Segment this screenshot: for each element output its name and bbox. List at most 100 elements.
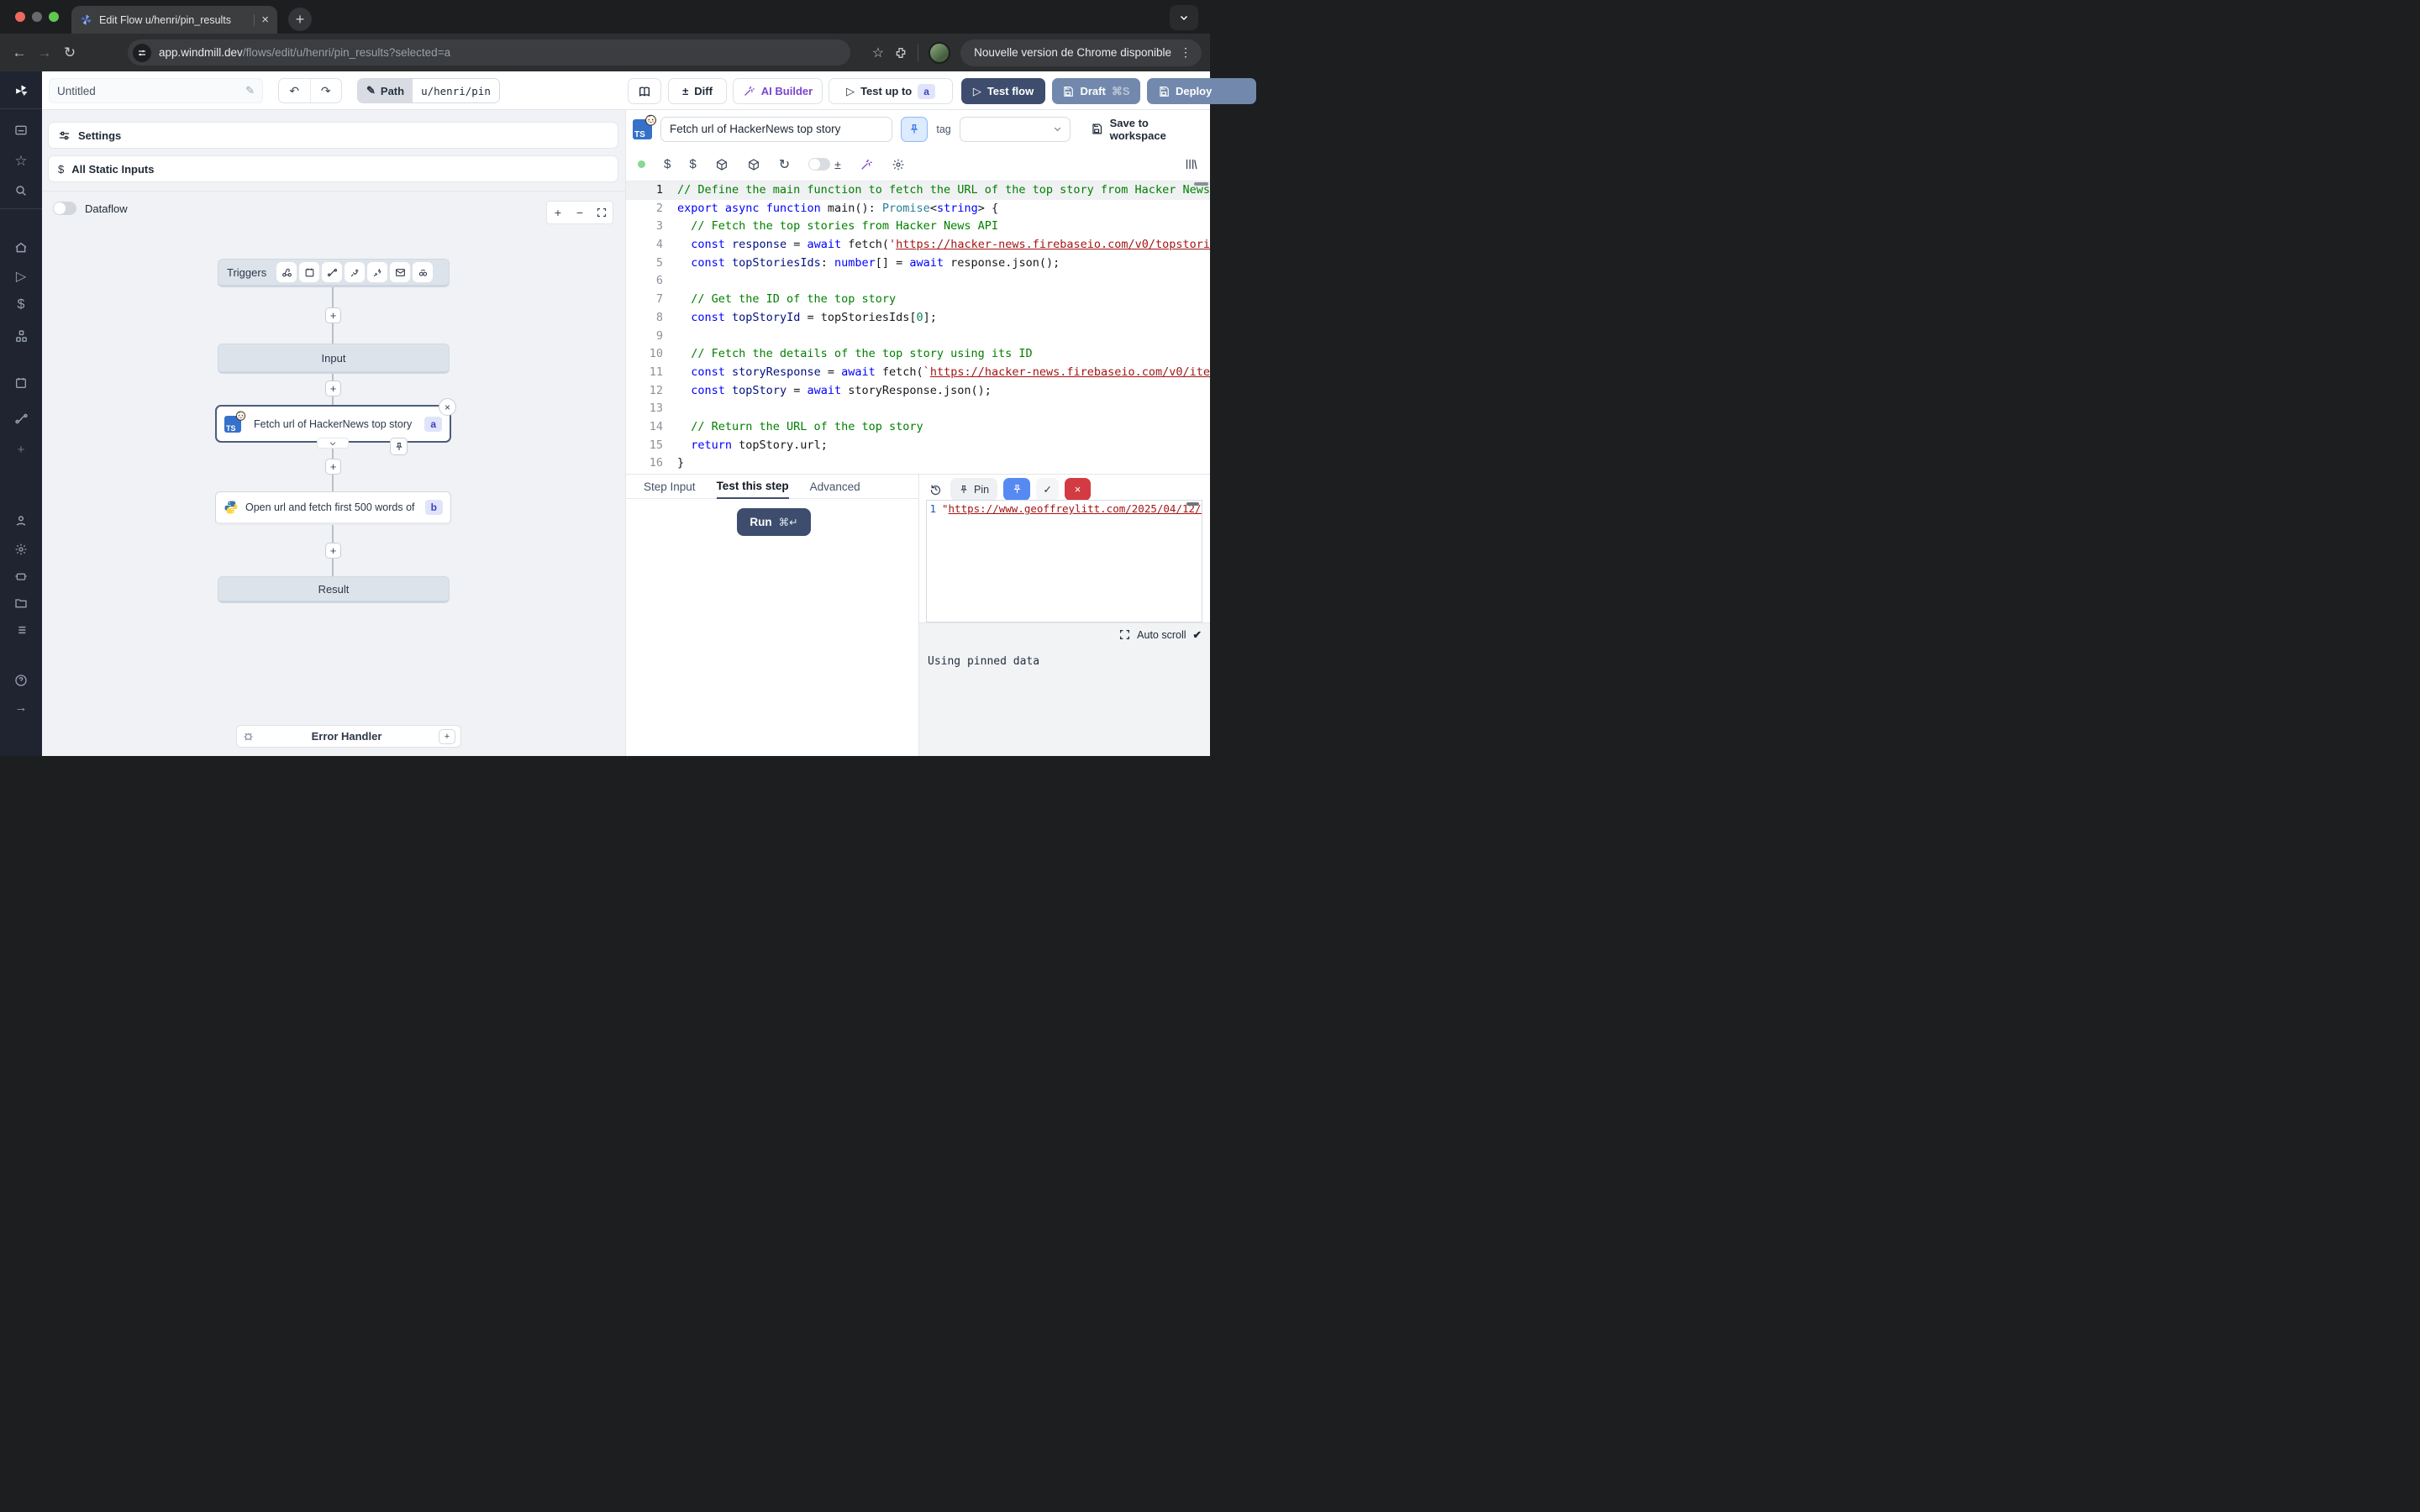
- code-line[interactable]: 1// Define the main function to fetch th…: [626, 181, 1210, 200]
- minimize-window-button[interactable]: [32, 12, 42, 22]
- error-handler-node[interactable]: Error Handler +: [236, 725, 461, 748]
- zoom-out-button[interactable]: −: [569, 202, 591, 223]
- sidebar-item-runs[interactable]: ▷: [0, 265, 42, 287]
- pinned-active-button[interactable]: [1003, 478, 1030, 501]
- poll-trigger-icon[interactable]: [413, 262, 433, 282]
- diff-mode-toggle[interactable]: [808, 158, 830, 171]
- result-node[interactable]: Result: [218, 576, 450, 603]
- sidebar-item-resources[interactable]: [0, 325, 42, 347]
- sidebar-item-variables[interactable]: $: [0, 294, 42, 316]
- sidebar-item-schedules[interactable]: [0, 372, 42, 394]
- insert-step-button[interactable]: +: [325, 459, 341, 475]
- all-static-inputs-button[interactable]: $ All Static Inputs: [48, 155, 618, 182]
- package-icon[interactable]: [747, 158, 760, 171]
- dataflow-toggle[interactable]: [53, 202, 76, 215]
- code-line[interactable]: 2export async function main(): Promise<s…: [626, 200, 1210, 218]
- docs-button[interactable]: [628, 78, 661, 104]
- sidebar-item-user[interactable]: [0, 510, 42, 532]
- code-line[interactable]: 12 const topStory = await storyResponse.…: [626, 382, 1210, 401]
- code-line[interactable]: 3 // Fetch the top stories from Hacker N…: [626, 218, 1210, 236]
- resources-icon[interactable]: $: [689, 157, 696, 171]
- http-route-icon[interactable]: [322, 262, 342, 282]
- code-line[interactable]: 7 // Get the ID of the top story: [626, 291, 1210, 309]
- site-settings-icon[interactable]: [133, 44, 151, 62]
- tab-test-this-step[interactable]: Test this step: [717, 475, 789, 499]
- scrollbar-thumb[interactable]: [1186, 502, 1199, 506]
- auto-scroll-control[interactable]: Auto scroll ✔: [1119, 628, 1202, 641]
- sidebar-item-apps[interactable]: [0, 119, 42, 141]
- insert-step-button[interactable]: +: [325, 543, 341, 559]
- chrome-update-button[interactable]: Nouvelle version de Chrome disponible ⋮: [960, 39, 1202, 66]
- test-flow-button[interactable]: ▷ Test flow: [961, 78, 1045, 104]
- code-editor[interactable]: 1// Define the main function to fetch th…: [626, 181, 1210, 474]
- accept-pin-button[interactable]: ✓: [1036, 478, 1059, 501]
- browser-tab[interactable]: Edit Flow u/henri/pin_results ×: [71, 6, 277, 34]
- delete-step-button[interactable]: ×: [439, 398, 456, 416]
- input-node[interactable]: Input: [218, 344, 450, 374]
- code-line[interactable]: 16}: [626, 454, 1210, 473]
- email-trigger-icon[interactable]: [390, 262, 410, 282]
- code-line[interactable]: 14 // Return the URL of the top story: [626, 418, 1210, 437]
- back-button[interactable]: ←: [7, 45, 32, 61]
- sidebar-item-home[interactable]: [0, 237, 42, 259]
- folder-icon[interactable]: [0, 592, 42, 614]
- sidebar-item-routes[interactable]: [0, 407, 42, 429]
- new-tab-button[interactable]: +: [288, 8, 312, 31]
- tab-close-icon[interactable]: ×: [261, 13, 269, 26]
- sidebar-item-logs[interactable]: [0, 619, 42, 641]
- help-icon[interactable]: [0, 669, 42, 691]
- diff-button[interactable]: ± Diff: [668, 78, 727, 104]
- websocket-icon[interactable]: [345, 262, 365, 282]
- step-node-b[interactable]: Open url and fetch first 500 words of ..…: [215, 491, 451, 525]
- windmill-logo[interactable]: [0, 80, 42, 102]
- code-line[interactable]: 8 const topStoryId = topStoriesIds[0];: [626, 309, 1210, 328]
- collapse-step-chevron[interactable]: [317, 438, 349, 449]
- path-editor[interactable]: ✎ Path u/henri/pin: [357, 78, 500, 103]
- ai-builder-button[interactable]: AI Builder: [733, 78, 823, 104]
- forward-button[interactable]: →: [32, 45, 57, 61]
- step-title-input[interactable]: Fetch url of HackerNews top story: [660, 117, 892, 142]
- run-button[interactable]: Run ⌘↵: [737, 508, 811, 536]
- maximize-window-button[interactable]: [49, 12, 59, 22]
- sidebar-item-workers[interactable]: [0, 565, 42, 587]
- ai-assistant-icon[interactable]: [860, 158, 873, 171]
- draft-button[interactable]: Draft ⌘S: [1052, 78, 1140, 104]
- save-to-workspace-button[interactable]: Save to workspace: [1091, 117, 1203, 142]
- bookmark-star-icon[interactable]: ☆: [872, 45, 884, 61]
- library-icon[interactable]: [1184, 157, 1198, 171]
- code-line[interactable]: 11 const storyResponse = await fetch(`ht…: [626, 364, 1210, 382]
- url-bar[interactable]: app.windmill.dev/flows/edit/u/henri/pin_…: [128, 39, 850, 66]
- chrome-menu-icon[interactable]: ⋮: [1180, 45, 1192, 60]
- zoom-in-button[interactable]: +: [547, 202, 569, 223]
- redo-button[interactable]: ↷: [311, 79, 342, 102]
- sidebar-item-add[interactable]: +: [0, 438, 42, 460]
- pinned-value-editor[interactable]: 1 "https://www.geoffreylitt.com/2025/04/…: [926, 500, 1202, 622]
- remove-pin-button[interactable]: ×: [1065, 478, 1091, 501]
- extensions-icon[interactable]: [894, 46, 908, 60]
- insert-step-button[interactable]: +: [325, 307, 341, 323]
- code-line[interactable]: 9: [626, 328, 1210, 346]
- webhook-icon[interactable]: [276, 262, 297, 282]
- triggers-node[interactable]: Triggers: [218, 259, 450, 287]
- fit-view-button[interactable]: [591, 202, 613, 223]
- flow-settings-button[interactable]: Settings: [48, 122, 618, 149]
- tab-step-input[interactable]: Step Input: [644, 475, 696, 499]
- flow-name-input[interactable]: Untitled ✎: [49, 78, 263, 103]
- pin-step-button[interactable]: [901, 117, 929, 142]
- editor-scrollbar[interactable]: [1194, 182, 1208, 186]
- variables-icon[interactable]: $: [664, 157, 671, 171]
- reload-button[interactable]: ↻: [57, 45, 82, 61]
- kafka-trigger-icon[interactable]: [367, 262, 387, 282]
- add-error-handler-button[interactable]: +: [439, 729, 455, 744]
- close-window-button[interactable]: [15, 12, 25, 22]
- tab-search-button[interactable]: [1170, 5, 1198, 30]
- history-icon[interactable]: [926, 483, 944, 496]
- sidebar-item-favorites[interactable]: ☆: [0, 150, 42, 172]
- undo-button[interactable]: ↶: [279, 79, 311, 102]
- code-line[interactable]: 13: [626, 400, 1210, 418]
- collapse-sidebar-icon[interactable]: →: [0, 696, 42, 718]
- search-icon[interactable]: [0, 180, 42, 202]
- deploy-button[interactable]: Deploy: [1147, 78, 1256, 104]
- tab-advanced[interactable]: Advanced: [810, 475, 860, 499]
- pinned-data-badge[interactable]: [390, 438, 408, 455]
